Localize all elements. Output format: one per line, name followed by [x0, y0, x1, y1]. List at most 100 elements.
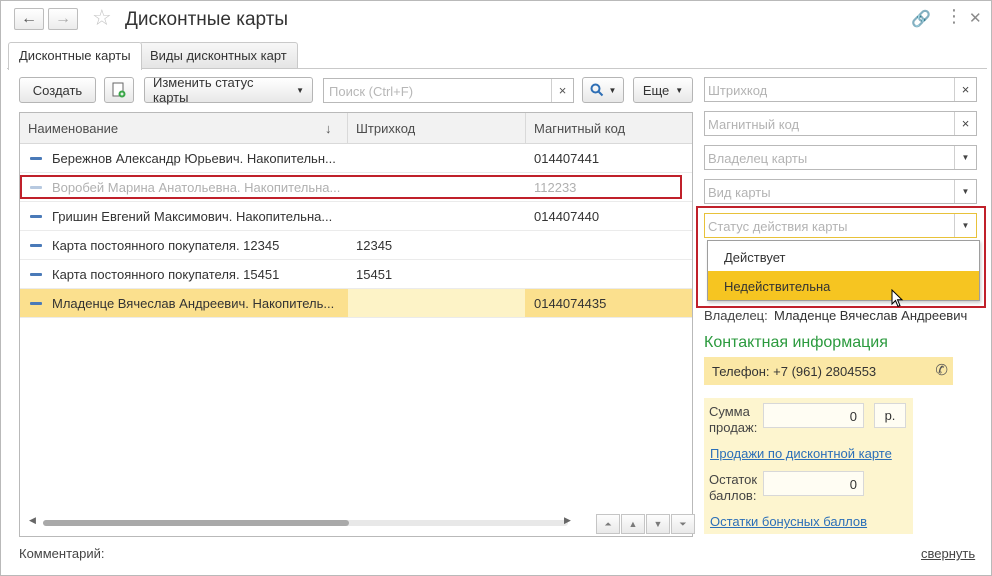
up-icon: ▲ [628, 519, 638, 529]
scrollbar-thumb[interactable] [43, 520, 349, 526]
card-stats-panel: Сумма продаж: 0 р. Продажи по дисконтной… [704, 398, 913, 534]
card-row-icon [30, 273, 42, 276]
column-divider [347, 113, 348, 144]
sales-label: Сумма продаж: [709, 404, 758, 435]
card-type-placeholder: Вид карты [708, 185, 771, 200]
prev-page-button[interactable]: ▲ [621, 514, 645, 534]
owner-value: Младенце Вячеслав Андреевич [774, 308, 968, 323]
bonus-balance-field: 0 [763, 471, 864, 496]
column-header-magnetic[interactable]: Магнитный код [534, 121, 625, 136]
cell-name: Бережнов Александр Юрьевич. Накопительн.… [52, 151, 336, 166]
card-row-icon [30, 244, 42, 247]
cell-name: Карта постоянного покупателя. 12345 [52, 238, 280, 253]
card-type-dropdown-button[interactable]: ▼ [954, 180, 976, 203]
chevron-down-icon: ▼ [961, 187, 970, 196]
main-window: ← → ☆ Дисконтные карты 🔗 ⋮ ✕ Дисконтные … [0, 0, 992, 576]
close-icon: × [558, 83, 567, 98]
sales-sum-field: 0 [763, 403, 864, 428]
search-icon [590, 83, 603, 97]
bonus-balance-link[interactable]: Остатки бонусных баллов [710, 514, 867, 529]
cell-name: Гришин Евгений Максимович. Накопительна.… [52, 209, 333, 224]
card-type-filter[interactable]: Вид карты ▼ [704, 179, 977, 204]
sales-by-card-link[interactable]: Продажи по дисконтной карте [710, 446, 892, 461]
owner-label: Владелец: [704, 308, 768, 323]
table-row[interactable]: Карта постоянного покупателя. 12345 1234… [20, 231, 692, 260]
sort-desc-icon: ↓ [325, 121, 332, 136]
cell-barcode: 12345 [356, 238, 393, 253]
forward-button[interactable]: → [48, 8, 78, 30]
create-button[interactable]: Создать [19, 77, 96, 103]
mouse-cursor-icon [891, 289, 904, 308]
first-page-icon: ⏶ [604, 518, 612, 529]
card-row-icon [30, 302, 42, 305]
owner-placeholder: Владелец карты [708, 151, 808, 166]
tab-divider [7, 68, 987, 69]
table-row[interactable]: Бережнов Александр Юрьевич. Накопительн.… [20, 144, 692, 173]
chevron-down-icon: ▼ [296, 85, 304, 95]
copy-icon [112, 82, 126, 98]
more-label: Еще [642, 82, 670, 98]
last-page-button[interactable]: ⏷ [671, 514, 695, 534]
change-status-label: Изменить статус карты [153, 75, 254, 105]
cell-magnetic: 014407441 [534, 151, 600, 166]
down-icon: ▼ [653, 519, 663, 529]
table-row-selected[interactable]: Младенце Вячеслав Андреевич. Накопитель.… [20, 289, 692, 318]
tab-discount-cards[interactable]: Дисконтные карты [8, 42, 142, 70]
search-input[interactable]: Поиск (Ctrl+F) × [323, 78, 574, 103]
contact-info-title: Контактная информация [704, 334, 888, 351]
favorite-star-icon[interactable]: ☆ [92, 5, 112, 31]
scroll-left-icon[interactable]: ◀ [29, 515, 36, 526]
phone-field: Телефон: +7 (961) 2804553 ✆ [704, 357, 953, 385]
table-row[interactable]: Гришин Евгений Максимович. Накопительна.… [20, 202, 692, 231]
barcode-placeholder: Штрихкод [708, 83, 768, 98]
back-button[interactable]: ← [14, 8, 44, 30]
last-page-icon: ⏷ [679, 518, 687, 529]
column-header-name[interactable]: Наименование [28, 121, 118, 136]
back-icon: ← [21, 10, 37, 27]
clear-search-button[interactable]: × [551, 79, 573, 102]
next-page-button[interactable]: ▼ [646, 514, 670, 534]
more-menu-icon[interactable]: ⋮ [945, 6, 963, 27]
owner-dropdown-button[interactable]: ▼ [954, 146, 976, 169]
highlight-frame-row [20, 175, 682, 199]
change-status-button[interactable]: Изменить статус карты ▼ [144, 75, 313, 105]
phone-text: Телефон: +7 (961) 2804553 [712, 364, 877, 379]
scroll-right-icon[interactable]: ▶ [564, 515, 571, 526]
search-options-button[interactable]: ▼ [582, 77, 624, 103]
chevron-down-icon: ▼ [675, 85, 684, 95]
copy-button[interactable] [104, 77, 134, 103]
cell-barcode: 15451 [356, 267, 393, 282]
barcode-filter[interactable]: Штрихкод × [704, 77, 977, 102]
cell-name: Младенце Вячеслав Андреевич. Накопитель.… [52, 296, 335, 311]
cell-magnetic: 0144074435 [534, 296, 607, 311]
chevron-down-icon: ▼ [608, 85, 617, 95]
cell-magnetic: 014407440 [534, 209, 600, 224]
column-header-barcode[interactable]: Штрихкод [356, 121, 415, 136]
tab-card-types[interactable]: Виды дисконтных карт [139, 42, 298, 69]
column-divider [525, 113, 526, 144]
table-header: Наименование ↓ Штрихкод Магнитный код [20, 113, 692, 144]
page-title: Дисконтные карты [125, 9, 289, 30]
comment-label: Комментарий: [19, 546, 105, 561]
horizontal-scrollbar[interactable] [43, 520, 568, 526]
magnetic-filter[interactable]: Магнитный код × [704, 111, 977, 136]
first-page-button[interactable]: ⏶ [596, 514, 620, 534]
bonus-label: Остаток баллов: [709, 472, 758, 503]
cell-name: Карта постоянного покупателя. 15451 [52, 267, 280, 282]
magnetic-placeholder: Магнитный код [708, 117, 800, 132]
more-button[interactable]: Еще ▼ [633, 77, 693, 103]
search-placeholder: Поиск (Ctrl+F) [329, 84, 414, 99]
owner-filter[interactable]: Владелец карты ▼ [704, 145, 977, 170]
table-row[interactable]: Карта постоянного покупателя. 15451 1545… [20, 260, 692, 289]
clear-magnetic-button[interactable]: × [954, 112, 976, 135]
close-icon[interactable]: ✕ [969, 9, 982, 27]
collapse-link[interactable]: свернуть [921, 546, 975, 561]
link-icon[interactable]: 🔗 [911, 9, 931, 29]
card-row-icon [30, 157, 42, 160]
phone-icon[interactable]: ✆ [935, 361, 948, 379]
currency-button[interactable]: р. [874, 403, 906, 428]
forward-icon: → [55, 10, 71, 27]
chevron-down-icon: ▼ [961, 153, 970, 162]
highlight-frame-status [696, 206, 986, 308]
clear-barcode-button[interactable]: × [954, 78, 976, 101]
